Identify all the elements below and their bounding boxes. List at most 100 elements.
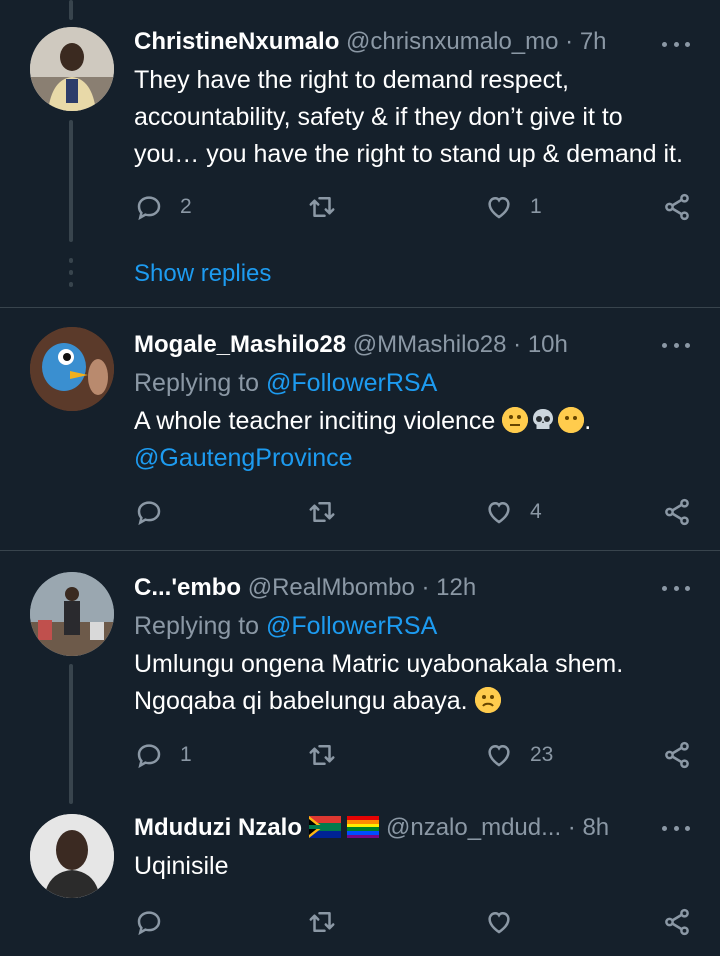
like-button[interactable]: 1 (484, 189, 542, 225)
share-button[interactable] (662, 737, 692, 773)
tweet-text-line: Umlungu ongena Matric uyabonakala shem. (134, 650, 624, 678)
retweet-icon (309, 745, 335, 765)
reply-icon (137, 744, 161, 769)
retweet-button[interactable] (307, 494, 337, 530)
tweet-text-line: you… you have the right to stand up & de… (134, 140, 683, 168)
replying-to-label: Replying to (134, 369, 260, 397)
avatar-photo (30, 814, 114, 898)
timestamp[interactable]: · 10h (513, 331, 568, 358)
avatar-photo (30, 327, 114, 411)
more-icon[interactable] (662, 818, 690, 838)
tweet-text-suffix: . (584, 407, 592, 435)
tweet-header: C...'embo @RealMbombo · 12h (134, 570, 476, 606)
reply-button[interactable]: 1 (134, 737, 192, 773)
like-button[interactable]: 23 (484, 737, 553, 773)
author-handle[interactable]: @chrisnxumalo_mo (346, 28, 558, 55)
share-button[interactable] (662, 189, 692, 225)
retweet-button[interactable] (307, 189, 337, 225)
replying-to: Replying to @FollowerRSA (134, 365, 437, 402)
retweet-icon (309, 502, 335, 522)
timestamp[interactable]: · 8h (568, 814, 609, 841)
neutral-face-emoji (502, 407, 529, 433)
share-button[interactable] (662, 494, 692, 530)
south-africa-flag-icon (308, 816, 341, 838)
heart-icon (488, 196, 510, 219)
reply-icon (137, 196, 161, 221)
replying-to-handle[interactable]: @FollowerRSA (266, 369, 437, 397)
reply-button[interactable] (134, 904, 164, 940)
heart-icon (488, 501, 510, 524)
tweet-text: They have the right to demand respect, a… (134, 62, 683, 173)
tweet[interactable]: Mogale_Mashilo28 @MMashilo28 · 10h Reply… (0, 327, 720, 547)
reply-icon (137, 501, 161, 526)
retweet-icon (309, 197, 335, 217)
divider (0, 307, 720, 308)
reply-icon (137, 911, 161, 936)
share-button[interactable] (662, 904, 692, 940)
heart-icon (488, 744, 510, 767)
slightly-frowning-face-emoji (474, 687, 501, 713)
timestamp[interactable]: · 12h (422, 574, 477, 601)
tweet-text-line: A whole teacher inciting violence . (134, 403, 591, 440)
tweet-text-body: A whole teacher inciting violence (134, 407, 496, 435)
avatar-photo (30, 572, 114, 656)
tweet-text-line: They have the right to demand respect, (134, 66, 569, 94)
like-count: 23 (530, 743, 554, 766)
share-icon (665, 193, 689, 221)
tweet-header: Mogale_Mashilo28 @MMashilo28 · 10h (134, 327, 568, 363)
author-handle[interactable]: @MMashilo28 (353, 331, 507, 358)
author-name[interactable]: Mduduzi Nzalo (134, 814, 302, 841)
avatar[interactable] (30, 27, 114, 111)
reply-button[interactable] (134, 494, 164, 530)
tweet-text: Umlungu ongena Matric uyabonakala shem. … (134, 646, 623, 720)
like-button[interactable] (484, 904, 514, 940)
tweet[interactable]: C...'embo @RealMbombo · 12h Replying to … (0, 570, 720, 790)
tweet-text-body: Ngoqaba qi babelungu abaya. (134, 687, 468, 715)
tweet-text: Uqinisile (134, 848, 228, 885)
like-count: 1 (530, 195, 542, 218)
replying-to-label: Replying to (134, 612, 260, 640)
tweet-text: A whole teacher inciting violence . @Gau… (134, 403, 591, 477)
no-mouth-emoji (558, 407, 585, 433)
tweet-text-line: Uqinisile (134, 852, 229, 880)
reply-button[interactable]: 2 (134, 189, 192, 225)
reply-count: 2 (180, 195, 192, 218)
avatar[interactable] (30, 814, 114, 898)
more-icon[interactable] (662, 578, 690, 598)
avatar-photo (30, 27, 114, 111)
mention-link[interactable]: @GautengProvince (134, 440, 591, 477)
avatar[interactable] (30, 572, 114, 656)
share-icon (665, 908, 689, 936)
retweet-button[interactable] (307, 904, 337, 940)
avatar[interactable] (30, 327, 114, 411)
show-replies-link[interactable]: Show replies (134, 256, 271, 292)
replying-to-handle[interactable]: @FollowerRSA (266, 612, 437, 640)
author-name[interactable]: C...'embo (134, 574, 241, 601)
thread-line (69, 0, 73, 20)
timestamp[interactable]: · 7h (565, 28, 606, 55)
author-name[interactable]: Mogale_Mashilo28 (134, 331, 346, 358)
divider (0, 550, 720, 551)
tweet-text-line: accountability, safety & if they don’t g… (134, 103, 623, 131)
skull-emoji (530, 407, 556, 433)
retweet-button[interactable] (307, 737, 337, 773)
more-icon[interactable] (662, 34, 690, 54)
share-icon (665, 741, 689, 769)
tweet-header: Mduduzi Nzalo @nzalo_mdud... · 8h (134, 810, 609, 846)
replying-to: Replying to @FollowerRSA (134, 608, 437, 645)
author-name[interactable]: ChristineNxumalo (134, 28, 339, 55)
share-icon (665, 498, 689, 526)
tweet[interactable]: ChristineNxumalo @chrisnxumalo_mo · 7h T… (0, 24, 720, 304)
rainbow-flag-icon (347, 816, 380, 838)
author-handle[interactable]: @RealMbombo (248, 574, 415, 601)
heart-icon (488, 911, 510, 934)
like-count: 4 (530, 500, 542, 523)
reply-count: 1 (180, 743, 192, 766)
author-handle[interactable]: @nzalo_mdud... (386, 814, 561, 841)
retweet-icon (309, 912, 335, 932)
like-button[interactable]: 4 (484, 494, 542, 530)
tweet[interactable]: Mduduzi Nzalo @nzalo_mdud... · 8h Uqinis… (0, 810, 720, 956)
more-icon[interactable] (662, 335, 690, 355)
tweet-text-line: Ngoqaba qi babelungu abaya. (134, 683, 623, 720)
tweet-header: ChristineNxumalo @chrisnxumalo_mo · 7h (134, 24, 607, 60)
